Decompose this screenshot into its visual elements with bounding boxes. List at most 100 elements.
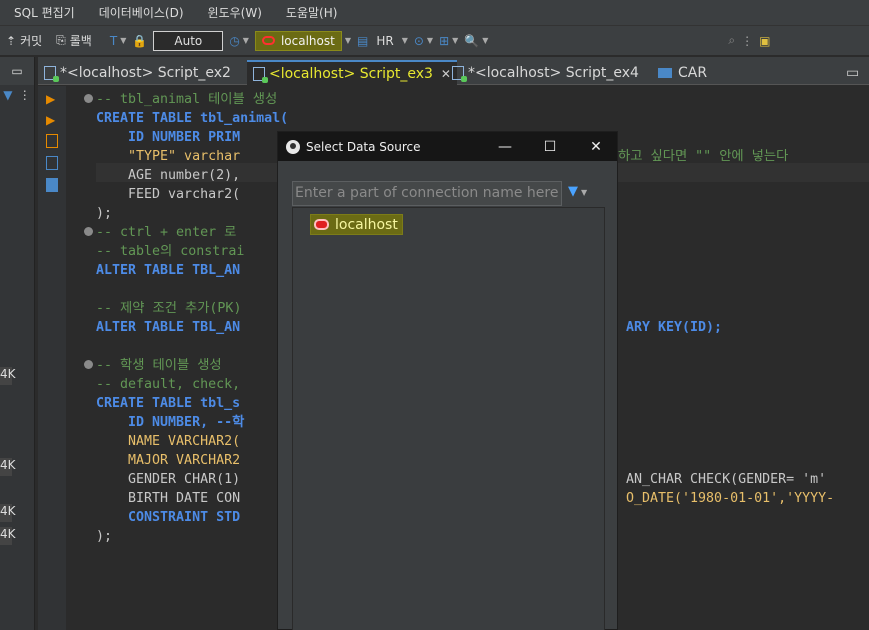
tab-script-ex4[interactable]: *<localhost> Script_ex4: [452, 60, 639, 85]
fold-marker-icon[interactable]: [84, 227, 93, 236]
perspective-icon: ▣: [759, 33, 771, 48]
fold-marker-icon[interactable]: [84, 360, 93, 369]
editor-tabs: *<localhost> Script_ex2 <localhost> Scri…: [38, 57, 869, 85]
filter-icon: ▼: [568, 184, 578, 199]
commit-button[interactable]: ⇡ 커밋: [6, 29, 42, 53]
script-icon: [253, 66, 268, 83]
code-line: -- 제약 조건 추가(PK): [96, 301, 242, 316]
chevron-down-icon: ▼: [401, 36, 408, 45]
rollback-icon: ⎘: [56, 33, 66, 47]
chevron-down-icon: ▼: [452, 36, 459, 45]
minimize-editor-button[interactable]: ▭: [846, 60, 859, 85]
close-icon[interactable]: ✕: [441, 67, 451, 81]
minimize-icon[interactable]: ▭: [11, 64, 22, 78]
code-line-tail: ARY KEY(ID);: [626, 320, 723, 335]
minimize-icon: —: [498, 138, 512, 155]
connection-list: localhost: [292, 207, 605, 630]
code-line: FEED varchar2(: [96, 187, 241, 202]
terminal-icon[interactable]: [46, 178, 58, 192]
code-line: CREATE TABLE tbl_animal(: [96, 111, 289, 126]
history-button[interactable]: ◷ ▼: [229, 29, 249, 53]
chevron-down-icon: ▼: [482, 36, 489, 45]
dialog-titlebar: Select Data Source — ☐ ✕: [278, 132, 617, 161]
code-line: -- ctrl + enter 로: [96, 225, 237, 240]
chevron-down-icon: ▼: [120, 36, 127, 45]
tab-script-ex2[interactable]: *<localhost> Script_ex2: [44, 60, 231, 85]
size-label: 4K: [0, 527, 16, 545]
code-line: AGE number(2),: [96, 168, 241, 183]
code-line: CONSTRAINT STD: [96, 510, 241, 525]
left-panel-header: ▭: [0, 57, 34, 85]
dialog-title: Select Data Source: [306, 139, 421, 154]
lock-button[interactable]: 🔒: [132, 29, 147, 53]
search-icon: 🔍: [464, 33, 480, 48]
table-icon: [658, 67, 672, 78]
minimize-icon: ▭: [846, 64, 860, 81]
menu-help[interactable]: 도움말(H): [286, 4, 338, 21]
code-line: BIRTH DATE CON: [96, 491, 241, 506]
dashboard-button[interactable]: ⊙ ▼: [414, 29, 433, 53]
fold-marker-icon[interactable]: [84, 94, 93, 103]
code-line: "TYPE" varchar: [96, 149, 241, 164]
menu-sql-editor[interactable]: SQL 편집기: [14, 4, 75, 21]
schema-selector[interactable]: ▤ HR ▼: [357, 29, 408, 53]
connection-search-input[interactable]: Enter a part of connection name here: [292, 181, 562, 206]
lock-icon: 🔒: [132, 33, 148, 48]
maximize-button[interactable]: ☐: [528, 132, 572, 161]
more-vertical-icon: ⋮: [741, 33, 754, 48]
select-data-source-dialog: Select Data Source — ☐ ✕ Enter a part of…: [277, 131, 618, 630]
chevron-down-icon: ▼: [242, 36, 249, 45]
explain-plan-icon[interactable]: [46, 156, 58, 170]
tab-car[interactable]: CAR: [658, 60, 707, 85]
editor-gutter: ▶ ▶: [38, 86, 66, 630]
code-line: ID NUMBER PRIM: [96, 130, 241, 145]
code-line-tail: O_DATE('1980-01-01','YYYY-: [626, 491, 835, 506]
rollback-button[interactable]: ⎘ 롤백: [56, 29, 92, 53]
execute-statement-icon[interactable]: ▶: [46, 92, 58, 106]
filter-button[interactable]: ▼ ▼: [568, 184, 587, 199]
search-button[interactable]: 🔍 ▼: [464, 29, 488, 53]
auto-commit-mode[interactable]: Auto: [153, 30, 224, 51]
minimize-button[interactable]: —: [483, 132, 527, 161]
maximize-icon: ☐: [543, 138, 557, 155]
list-item-localhost[interactable]: localhost: [310, 214, 403, 235]
code-line: MAJOR VARCHAR2: [96, 453, 241, 468]
code-line-tail: AN_CHAR CHECK(GENDER= 'm': [626, 472, 827, 487]
network-icon: ⊞: [439, 33, 450, 48]
perspective-button[interactable]: ▣: [759, 29, 770, 53]
transaction-icon: T: [109, 33, 118, 48]
close-button[interactable]: ✕: [574, 132, 618, 161]
connection-icon: [261, 36, 275, 45]
script-icon: [44, 65, 59, 82]
menu-window[interactable]: 윈도우(W): [208, 4, 262, 21]
tab-script-ex3[interactable]: <localhost> Script_ex3 ✕: [247, 60, 457, 85]
execute-script-icon[interactable]: [46, 134, 58, 148]
chevron-down-icon: ▼: [344, 36, 351, 45]
toolbar-more[interactable]: ⋮: [741, 29, 753, 53]
size-label: 4K: [0, 367, 16, 385]
code-line: ID NUMBER, --학: [96, 415, 245, 430]
execute-new-tab-icon[interactable]: ▶: [46, 113, 58, 127]
filter-icon[interactable]: ▼: [3, 88, 12, 102]
code-line: NAME VARCHAR2(: [96, 434, 241, 449]
code-line: CREATE TABLE tbl_s: [96, 396, 241, 411]
connection-icon: [314, 219, 329, 230]
code-line: GENDER CHAR(1): [96, 472, 241, 487]
magnifier-icon: ⌕: [728, 33, 736, 47]
size-label: 4K: [0, 458, 16, 476]
transaction-mode-button[interactable]: T ▼: [110, 29, 127, 53]
code-line-tail: 하고 싶다면 "" 안에 넣는다: [618, 149, 789, 164]
active-connection-selector[interactable]: localhost: [254, 30, 342, 51]
left-panel-toolbar: ▼ ⋮: [0, 85, 34, 105]
code-line: -- table의 constrai: [96, 244, 245, 259]
chevron-down-icon: ▼: [581, 188, 588, 197]
more-vertical-icon[interactable]: ⋮: [19, 88, 31, 102]
code-line: );: [96, 206, 113, 221]
global-search-button[interactable]: ⌕: [728, 29, 735, 53]
code-line: ALTER TABLE TBL_AN: [96, 320, 241, 335]
menu-database[interactable]: 데이터베이스(D): [99, 4, 184, 21]
chevron-down-icon: ▼: [426, 36, 434, 45]
menu-bar: SQL 편집기 데이터베이스(D) 윈도우(W) 도움말(H): [0, 0, 869, 25]
network-button[interactable]: ⊞ ▼: [439, 29, 458, 53]
schema-icon: ▤: [356, 33, 369, 48]
